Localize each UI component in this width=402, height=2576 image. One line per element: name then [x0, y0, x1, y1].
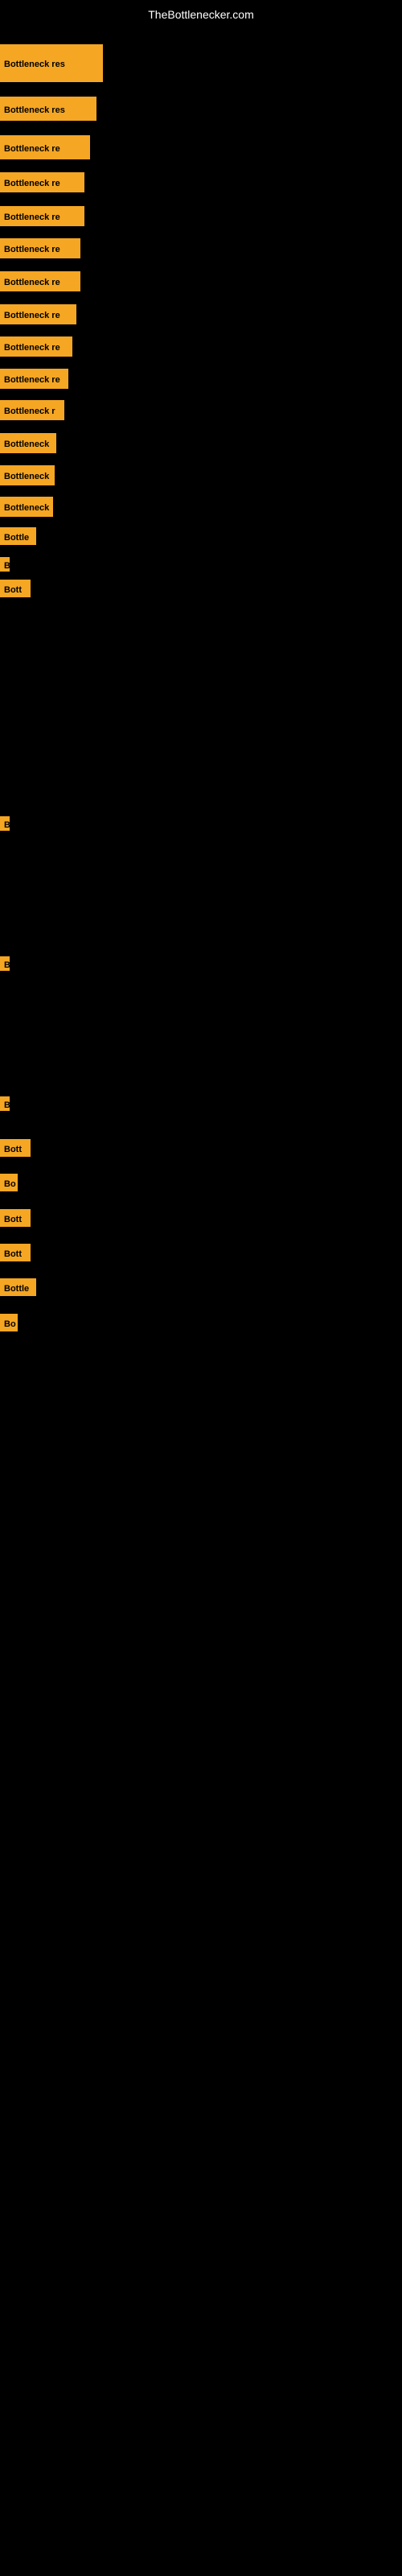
bottleneck-label-18: B: [0, 816, 10, 831]
bottleneck-label-24: Bott: [0, 1244, 31, 1261]
bottleneck-label-19: B: [0, 956, 10, 971]
bottleneck-label-13: Bottleneck: [0, 465, 55, 485]
bottleneck-label-25: Bottle: [0, 1278, 36, 1296]
bottleneck-label-10: Bottleneck re: [0, 369, 68, 389]
bottleneck-label-26: Bo: [0, 1314, 18, 1331]
bottleneck-label-12: Bottleneck: [0, 433, 56, 453]
bottleneck-label-9: Bottleneck re: [0, 336, 72, 357]
bottleneck-label-4: Bottleneck re: [0, 172, 84, 192]
site-title: TheBottlenecker.com: [0, 3, 402, 26]
bottleneck-label-15: Bottle: [0, 527, 36, 545]
bottleneck-label-22: Bo: [0, 1174, 18, 1191]
bottleneck-label-8: Bottleneck re: [0, 304, 76, 324]
bottleneck-label-7: Bottleneck re: [0, 271, 80, 291]
bottleneck-label-5: Bottleneck re: [0, 206, 84, 226]
bottleneck-label-11: Bottleneck r: [0, 400, 64, 420]
bottleneck-label-16: B: [0, 557, 10, 572]
bottleneck-label-3: Bottleneck re: [0, 135, 90, 159]
bottleneck-label-2: Bottleneck res: [0, 97, 96, 121]
bottleneck-label-20: B: [0, 1096, 10, 1111]
bottleneck-label-14: Bottleneck: [0, 497, 53, 517]
bottleneck-label-23: Bott: [0, 1209, 31, 1227]
bottleneck-label-17: Bott: [0, 580, 31, 597]
bottleneck-label-6: Bottleneck re: [0, 238, 80, 258]
bottleneck-label-1: Bottleneck res: [0, 44, 103, 82]
bottleneck-label-21: Bott: [0, 1139, 31, 1157]
